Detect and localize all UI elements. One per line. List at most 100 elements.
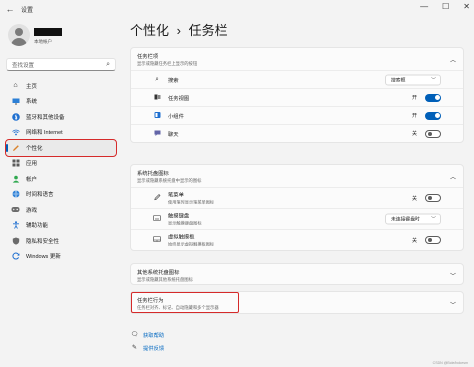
back-arrow-icon[interactable]: ← (3, 2, 17, 16)
sidebar-item-privacy[interactable]: 隐私和安全性 (6, 233, 116, 249)
home-icon: ⌂ (13, 82, 18, 90)
sidebar-item-label: 游戏 (26, 207, 38, 214)
keyboard-icon (153, 215, 161, 223)
toggle-state-text: 开 (411, 113, 417, 119)
sidebar: 本地帐户 查找设置 ⌕ ⌂ 主页 系统 蓝牙和其他设备 网络和 Internet… (0, 18, 122, 367)
search-input[interactable]: 查找设置 ⌕ (6, 58, 116, 71)
help-icon: 🗨 (130, 332, 139, 338)
chevron-down-icon[interactable]: ﹀ (450, 300, 456, 309)
accessibility-icon (11, 221, 20, 230)
sidebar-item-apps[interactable]: 应用 (6, 156, 116, 172)
toggle-switch[interactable] (425, 111, 441, 120)
widgets-toggle[interactable]: 开 (411, 111, 441, 120)
touch-keyboard-dropdown[interactable]: 未连接键盘时 ﹀ (385, 213, 441, 225)
setting-label: 聊天 (168, 131, 179, 138)
setting-row-touch-keyboard: 触摸键盘 显示触摸键盘图标 未连接键盘时 ﹀ (131, 208, 463, 229)
section-subtitle: 显示或隐藏其他系统托盘图标 (137, 277, 193, 282)
sidebar-item-label: 蓝牙和其他设备 (26, 114, 65, 121)
sidebar-item-gaming[interactable]: 游戏 (6, 202, 116, 218)
section-title: 系统托盘图标 (137, 171, 169, 177)
gamepad-icon (11, 205, 20, 214)
monitor-icon (11, 97, 20, 106)
minimize-button[interactable]: — (420, 2, 428, 11)
feedback-icon: ✎ (131, 345, 138, 351)
section-title: 任务栏行为 (137, 298, 164, 304)
toggle-state-text: 开 (411, 95, 417, 101)
get-help-label: 获取帮助 (143, 332, 165, 339)
dropdown-value: 搜索框 (391, 78, 406, 83)
sidebar-item-label: 个性化 (26, 145, 43, 152)
chevron-up-icon[interactable]: ︿ (450, 172, 456, 181)
chevron-down-icon[interactable]: ﹀ (450, 271, 456, 280)
setting-row-search: ⌕ 搜索 搜索框 ﹀ (131, 70, 463, 88)
section-header[interactable]: 任务栏行为 任务栏对齐、标记、自动隐藏和多个显示器 (131, 292, 239, 313)
setting-label: 触摸键盘 (168, 213, 190, 220)
setting-row-virtual-touchpad: 虚拟触摸板 始终显示虚拟触摸板图标 关 (131, 229, 463, 250)
toggle-switch[interactable] (425, 129, 441, 138)
title-bar: ← 设置 — ☐ ✕ (0, 0, 474, 18)
setting-row-widgets: 小组件 开 (131, 106, 463, 124)
toggle-switch[interactable] (425, 236, 441, 244)
get-help-link[interactable]: 🗨 获取帮助 (130, 328, 165, 341)
setting-label: 小组件 (168, 113, 184, 120)
section-header[interactable]: 系统托盘图标 显示或隐藏系统托盘中显示的图标 ︿ (131, 165, 463, 187)
chevron-down-icon: ﹀ (430, 77, 436, 83)
app-title: 设置 (21, 7, 34, 14)
account-icon (11, 174, 20, 183)
virtual-touchpad-toggle[interactable]: 关 (412, 236, 441, 244)
sidebar-item-home[interactable]: ⌂ 主页 (6, 78, 116, 94)
wifi-icon (11, 128, 20, 137)
chevron-up-icon[interactable]: ︿ (450, 55, 456, 64)
section-header[interactable]: 任务栏项 显示或隐藏任务栏上显示的按钮 ︿ (131, 48, 463, 70)
close-button[interactable]: ✕ (463, 2, 470, 11)
task-view-toggle[interactable]: 开 (411, 93, 441, 102)
sidebar-item-accessibility[interactable]: 辅助功能 (6, 218, 116, 234)
avatar (8, 24, 30, 46)
other-tray-icons-section[interactable]: 其他系统托盘图标 显示或隐藏其他系统托盘图标 ﹀ (130, 263, 464, 285)
give-feedback-link[interactable]: ✎ 提供反馈 (130, 341, 164, 354)
setting-row-pen-menu: 笔菜单 使用笔时显示笔菜单图标 关 (131, 187, 463, 208)
sidebar-item-bluetooth[interactable]: 蓝牙和其他设备 (6, 109, 116, 125)
search-placeholder: 查找设置 (12, 62, 35, 69)
user-profile[interactable]: 本地帐户 (8, 24, 118, 54)
sidebar-item-accounts[interactable]: 帐户 (6, 171, 116, 187)
breadcrumb: 个性化 › 任务栏 (130, 20, 228, 39)
taskbar-items-section: 任务栏项 显示或隐藏任务栏上显示的按钮 ︿ ⌕ 搜索 搜索框 ﹀ 任务视图 开 … (130, 47, 464, 143)
toggle-state-text: 关 (411, 237, 417, 244)
toggle-switch[interactable] (425, 194, 441, 202)
sidebar-item-network[interactable]: 网络和 Internet (6, 125, 116, 141)
sidebar-item-time-language[interactable]: 时间和语言 (6, 187, 116, 203)
dropdown-value: 未连接键盘时 (391, 217, 420, 223)
sidebar-item-label: 隐私和安全性 (26, 238, 60, 245)
sidebar-nav: ⌂ 主页 系统 蓝牙和其他设备 网络和 Internet 个性化 应用 帐户 时… (5, 78, 117, 265)
shield-icon (11, 236, 20, 245)
sidebar-item-label: 时间和语言 (26, 192, 54, 199)
breadcrumb-parent[interactable]: 个性化 (130, 23, 169, 38)
toggle-switch[interactable] (425, 93, 441, 102)
section-header[interactable]: 其他系统托盘图标 显示或隐藏其他系统托盘图标 ﹀ (131, 264, 463, 286)
sidebar-item-label: 网络和 Internet (26, 130, 63, 137)
taskbar-behaviors-section[interactable]: 任务栏行为 任务栏对齐、标记、自动隐藏和多个显示器 ﹀ (130, 291, 464, 314)
setting-description: 显示触摸键盘图标 (168, 220, 202, 226)
give-feedback-label: 提供反馈 (143, 345, 165, 352)
section-title: 任务栏项 (137, 54, 159, 60)
bluetooth-icon (11, 112, 20, 121)
setting-label: 笔菜单 (168, 192, 184, 199)
tray-icons-section: 系统托盘图标 显示或隐藏系统托盘中显示的图标 ︿ 笔菜单 使用笔时显示笔菜单图标… (130, 164, 464, 251)
breadcrumb-separator: › (176, 23, 181, 38)
task-view-icon (153, 94, 161, 102)
pen-menu-toggle[interactable]: 关 (412, 194, 441, 202)
sidebar-item-label: 帐户 (26, 176, 38, 183)
search-mode-dropdown[interactable]: 搜索框 ﹀ (385, 74, 441, 85)
maximize-button[interactable]: ☐ (442, 2, 449, 11)
widgets-icon (153, 111, 161, 120)
sidebar-item-label: 系统 (26, 99, 38, 106)
search-icon: ⌕ (106, 61, 110, 68)
sidebar-item-personalization[interactable]: 个性化 (5, 139, 117, 157)
chat-toggle[interactable]: 关 (412, 129, 441, 138)
update-icon (11, 252, 20, 261)
sidebar-item-system[interactable]: 系统 (6, 94, 116, 110)
section-subtitle: 显示或隐藏任务栏上显示的按钮 (137, 61, 198, 66)
sidebar-item-windows-update[interactable]: Windows 更新 (6, 249, 116, 265)
watermark: CSDN @Bcle/bokesm (432, 361, 468, 365)
